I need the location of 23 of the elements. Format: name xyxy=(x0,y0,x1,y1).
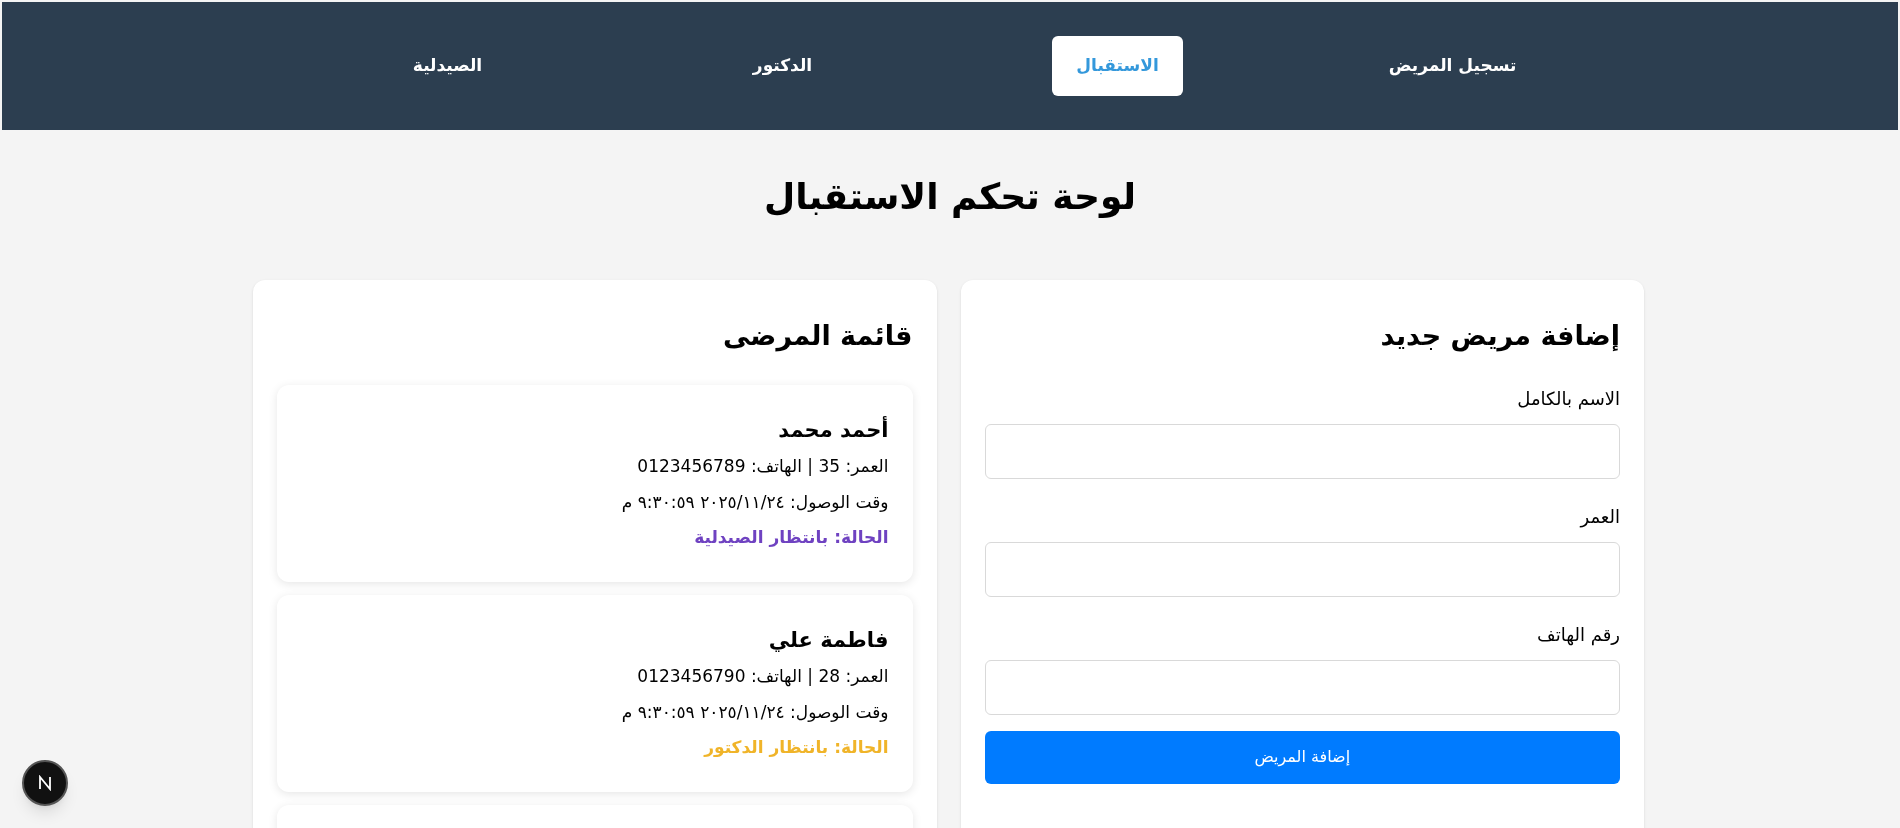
page-title: لوحة تحكم الاستقبال xyxy=(762,175,1138,220)
nav-tab[interactable]: تسجيل المريض xyxy=(1364,36,1541,96)
patient-name: أحمد محمد xyxy=(777,415,889,444)
input-field[interactable] xyxy=(984,659,1620,715)
arrival-time: وقت الوصول: ٢٠٢٥/١١/٢٤ ٩:٣٠:٥٩ م xyxy=(620,490,889,514)
nav-tab[interactable]: الدكتور xyxy=(728,36,837,96)
patient-status: الحالة: بانتظار الدكتور xyxy=(702,736,889,759)
input-field[interactable] xyxy=(984,423,1620,479)
n-logo-icon xyxy=(37,775,53,791)
patient-details: العمر: 28 | الهاتف: 0123456790 xyxy=(636,665,889,689)
field-label: العمر xyxy=(1578,504,1620,530)
input-field[interactable] xyxy=(984,541,1620,597)
nav-tab[interactable]: الصيدلية xyxy=(388,36,507,96)
add-patient-button[interactable]: إضافة المريض xyxy=(984,730,1620,784)
form-title: إضافة مريض جديد xyxy=(1379,319,1620,354)
patient-details: العمر: 35 | الهاتف: 0123456789 xyxy=(636,455,889,479)
field-label: الاسم بالكامل xyxy=(1516,386,1620,412)
field-label: رقم الهاتف xyxy=(1536,622,1620,648)
list-title: قائمة المرضى xyxy=(721,319,913,354)
dev-tools-button[interactable] xyxy=(22,760,68,806)
patient-status: الحالة: بانتظار الصيدلية xyxy=(693,526,889,549)
arrival-time: وقت الوصول: ٢٠٢٥/١١/٢٤ ٩:٣٠:٥٩ م xyxy=(620,700,889,724)
patient-name: فاطمة علي xyxy=(767,626,889,654)
